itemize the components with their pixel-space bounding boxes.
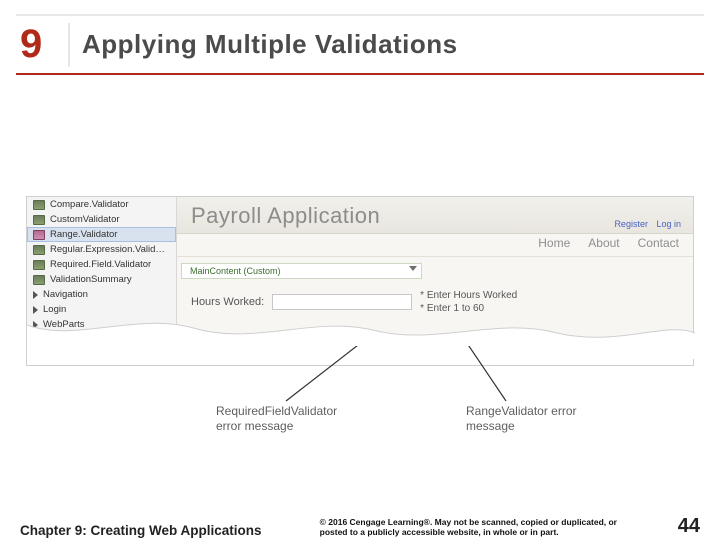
design-preview: Payroll Application Register Log in Home…	[177, 197, 693, 337]
toolbox-group-label: Login	[43, 304, 66, 315]
range-message: * Enter 1 to 60	[420, 302, 517, 315]
app-header: Payroll Application Register Log in	[177, 197, 693, 234]
toolbox-item: Regular.Expression.Valid…	[27, 242, 176, 257]
content-placeholder-tag: MainContent (Custom)	[181, 263, 422, 279]
callout-required: RequiredFieldValidatorerror message	[216, 404, 337, 434]
required-message: * Enter Hours Worked	[420, 289, 517, 302]
toolbox-group: Login	[27, 302, 176, 317]
nav-home: Home	[538, 236, 570, 250]
title-bar: 9 Applying Multiple Validations	[16, 14, 704, 75]
toolbox-item: CustomValidator	[27, 212, 176, 227]
auth-links: Register Log in	[608, 219, 681, 229]
hours-input	[272, 294, 412, 310]
callouts: RequiredFieldValidatorerror message Rang…	[26, 346, 694, 466]
toolbox-group: Navigation	[27, 287, 176, 302]
toolbox-item-label: ValidationSummary	[50, 274, 132, 285]
toolbox-item-label: CustomValidator	[50, 214, 120, 225]
toolbox-item-label: Compare.Validator	[50, 199, 129, 210]
link-login: Log in	[656, 219, 681, 229]
slide-title: Applying Multiple Validations	[82, 29, 458, 60]
title-divider	[68, 23, 70, 67]
toolbox-group: WebParts	[27, 317, 176, 332]
toolbox-group-label: WebParts	[43, 319, 85, 330]
link-register: Register	[614, 219, 648, 229]
validation-messages: * Enter Hours Worked * Enter 1 to 60	[420, 289, 517, 315]
callout-range: RangeValidator errormessage	[466, 404, 577, 434]
toolbox-item: Required.Field.Validator	[27, 257, 176, 272]
nav-contact: Contact	[638, 236, 679, 250]
toolbox-item: ValidationSummary	[27, 272, 176, 287]
toolbox-item-label: Range.Validator	[50, 229, 117, 240]
toolbox-item: Compare.Validator	[27, 197, 176, 212]
slide-footer: Chapter 9: Creating Web Applications © 2…	[20, 515, 700, 538]
page-number: 44	[678, 515, 700, 538]
toolbox-group-label: Navigation	[43, 289, 88, 300]
copyright: © 2016 Cengage Learning®. May not be sca…	[320, 517, 620, 538]
form-row: Hours Worked: * Enter Hours Worked * Ent…	[177, 279, 693, 325]
nav-about: About	[588, 236, 619, 250]
chapter-line: Chapter 9: Creating Web Applications	[20, 523, 262, 538]
toolbox-item-label: Regular.Expression.Valid…	[50, 244, 165, 255]
chapter-number: 9	[16, 22, 64, 67]
app-title: Payroll Application	[191, 203, 380, 229]
nav-row: Home About Contact	[177, 234, 693, 257]
validator-toolbox: Compare.Validator CustomValidator Range.…	[27, 197, 177, 337]
chevron-down-icon	[409, 266, 417, 271]
toolbox-item-label: Required.Field.Validator	[50, 259, 151, 270]
content-tag-label: MainContent (Custom)	[190, 266, 281, 276]
designer-screenshot: Compare.Validator CustomValidator Range.…	[26, 196, 694, 366]
toolbox-item-selected: Range.Validator	[27, 227, 176, 242]
form-label: Hours Worked:	[191, 296, 264, 308]
